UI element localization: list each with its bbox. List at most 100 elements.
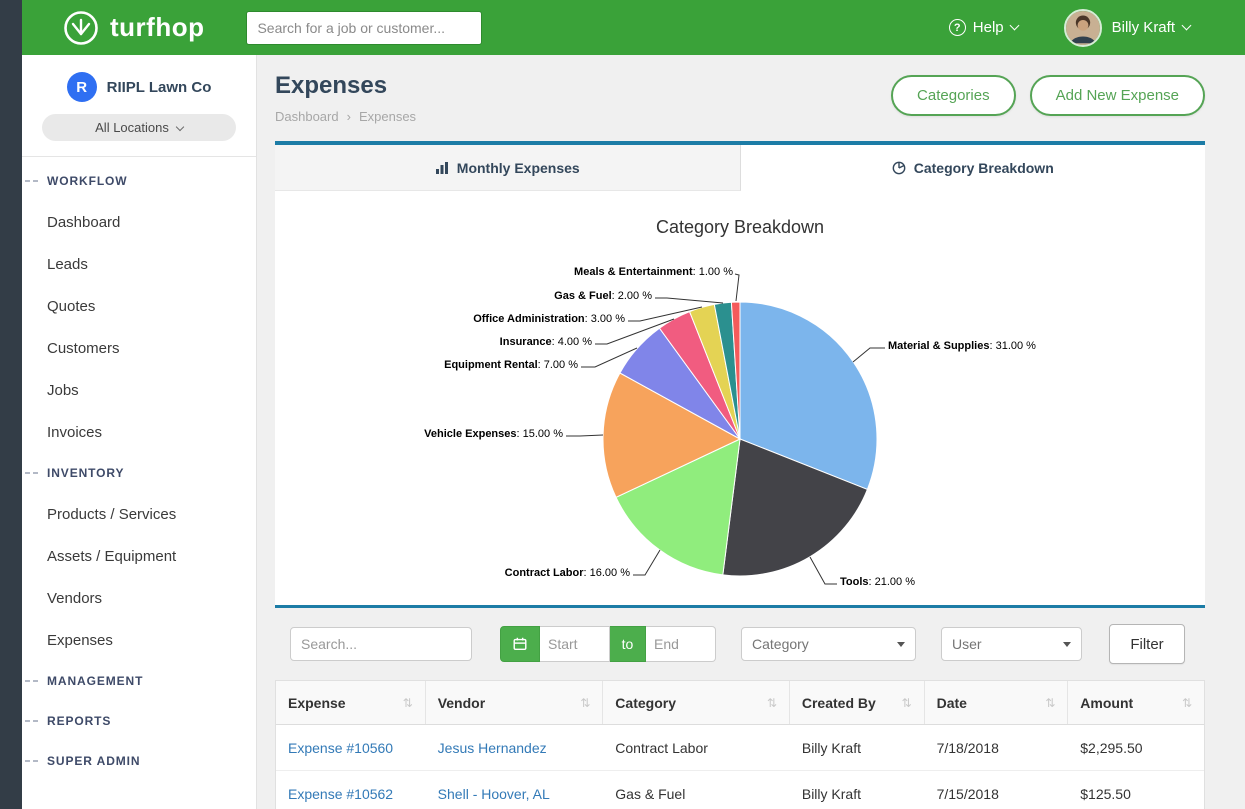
sidebar-item-dashboard[interactable]: Dashboard [22,201,256,243]
pie-label-name: Insurance [500,336,552,348]
section-dash-icon [25,472,41,474]
chevron-down-icon [1182,21,1192,31]
sidebar-section-super-admin[interactable]: SUPER ADMIN [22,741,256,781]
user-name: Billy Kraft [1112,19,1175,36]
sidebar-section-inventory[interactable]: INVENTORY [22,453,256,493]
column-label: Expense [288,695,346,711]
breadcrumb: Dashboard › Expenses [275,109,416,124]
sidebar-item-jobs[interactable]: Jobs [22,369,256,411]
calendar-button[interactable] [500,626,540,662]
section-dash-icon [25,720,41,722]
pie-label-contract-labor: Contract Labor: 16.00 % [505,567,630,579]
sidebar-section-management[interactable]: MANAGEMENT [22,661,256,701]
expense-link[interactable]: Expense #10562 [288,786,393,802]
dropdown-arrow-icon [897,642,905,647]
calendar-icon [512,636,528,652]
sort-icon[interactable]: ⇅ [580,696,590,710]
column-label: Category [615,695,676,711]
filter-button[interactable]: Filter [1109,624,1185,664]
sidebar-section-reports[interactable]: REPORTS [22,701,256,741]
column-header-amount[interactable]: Amount⇅ [1068,681,1204,724]
tab-category-breakdown[interactable]: Category Breakdown [741,145,1206,191]
pie-label-value: : 21.00 % [869,576,915,588]
vendor-link[interactable]: Jesus Hernandez [438,740,547,756]
amount-cell: $125.50 [1068,771,1204,809]
sort-icon[interactable]: ⇅ [767,696,777,710]
vendor-link[interactable]: Shell - Hoover, AL [438,786,550,802]
column-header-category[interactable]: Category ⇅ [603,681,790,724]
column-header-expense[interactable]: Expense ⇅ [276,681,426,724]
amount-cell: $2,295.50 [1068,725,1204,770]
help-icon: ? [949,19,966,36]
pie-label-value: : 31.00 % [989,340,1035,352]
add-new-expense-button[interactable]: Add New Expense [1030,75,1205,116]
pie-label-value: : 16.00 % [584,567,630,579]
company-header[interactable]: R RIIPL Lawn Co [22,55,256,114]
categories-button[interactable]: Categories [891,75,1016,116]
table-row: Expense #10562 Shell - Hoover, AL Gas & … [276,771,1204,809]
category-cell: Gas & Fuel [603,771,790,809]
expense-link[interactable]: Expense #10560 [288,740,393,756]
table-search-input[interactable] [290,627,472,661]
sidebar-nav: WORKFLOW Dashboard Leads Quotes Customer… [22,157,256,781]
pie-label-name: Contract Labor [505,567,584,579]
turfhop-logo[interactable]: turfhop [62,9,204,47]
sidebar-item-expenses[interactable]: Expenses [22,619,256,661]
page-title: Expenses [275,71,416,101]
sort-icon[interactable]: ⇅ [902,696,912,710]
pie-label-name: Office Administration [473,313,584,325]
column-header-created-by[interactable]: Created By ⇅ [790,681,925,724]
pie-label-vehicle-expenses: Vehicle Expenses: 15.00 % [424,428,563,440]
pie-label-value: : 2.00 % [612,290,652,302]
table-header: Expense ⇅ Vendor⇅ Category ⇅ Created By ⇅ D… [276,681,1204,725]
sidebar: R RIIPL Lawn Co All Locations WORKFLOW D… [22,55,257,809]
created-by-cell: Billy Kraft [790,771,925,809]
user-menu[interactable]: Billy Kraft [1112,19,1190,36]
sidebar-item-assets-equipment[interactable]: Assets / Equipment [22,535,256,577]
section-label: INVENTORY [47,466,124,480]
expenses-table: Expense ⇅ Vendor⇅ Category ⇅ Created By ⇅ D… [275,680,1205,809]
avatar-photo [1066,11,1100,45]
sidebar-item-quotes[interactable]: Quotes [22,285,256,327]
bar-chart-icon [435,161,449,175]
column-label: Date [937,695,967,711]
location-selector[interactable]: All Locations [42,114,236,141]
tab-monthly-expenses[interactable]: Monthly Expenses [275,145,741,191]
sidebar-section-workflow[interactable]: WORKFLOW [22,161,256,201]
sidebar-item-invoices[interactable]: Invoices [22,411,256,453]
sidebar-item-customers[interactable]: Customers [22,327,256,369]
help-menu[interactable]: ? Help [949,19,1018,36]
table-row: Expense #10560 Jesus Hernandez Contract … [276,725,1204,771]
section-dash-icon [25,680,41,682]
column-header-vendor[interactable]: Vendor⇅ [426,681,604,724]
global-search-input[interactable] [246,11,482,45]
turfhop-logo-icon [62,9,100,47]
column-label: Created By [802,695,876,711]
sort-icon[interactable]: ⇅ [1045,696,1055,710]
category-select[interactable]: Category [741,627,916,661]
pie-label-value: : 15.00 % [517,428,563,440]
user-select[interactable]: User [941,627,1082,661]
pie-label-name: Tools [840,576,869,588]
pie-label-value: : 1.00 % [693,266,733,278]
section-label: REPORTS [47,714,111,728]
location-label: All Locations [95,120,169,135]
topbar-right: ? Help Billy Kraft [949,9,1190,47]
sort-icon[interactable]: ⇅ [403,696,413,710]
date-cell: 7/18/2018 [925,725,1069,770]
user-avatar[interactable] [1064,9,1102,47]
sidebar-item-vendors[interactable]: Vendors [22,577,256,619]
sidebar-item-products-services[interactable]: Products / Services [22,493,256,535]
breadcrumb-expenses: Expenses [359,109,416,124]
breadcrumb-dashboard[interactable]: Dashboard [275,109,339,124]
page-actions: Categories Add New Expense [891,75,1205,116]
sidebar-item-leads[interactable]: Leads [22,243,256,285]
date-start-input[interactable] [540,626,610,662]
date-end-input[interactable] [646,626,716,662]
pie-label-name: Vehicle Expenses [424,428,516,440]
sort-icon[interactable]: ⇅ [1182,696,1192,710]
pie-label-insurance: Insurance: 4.00 % [500,336,592,348]
section-label: WORKFLOW [47,174,128,188]
pie-label-office-administration: Office Administration: 3.00 % [473,313,625,325]
column-header-date[interactable]: Date ⇅ [925,681,1069,724]
